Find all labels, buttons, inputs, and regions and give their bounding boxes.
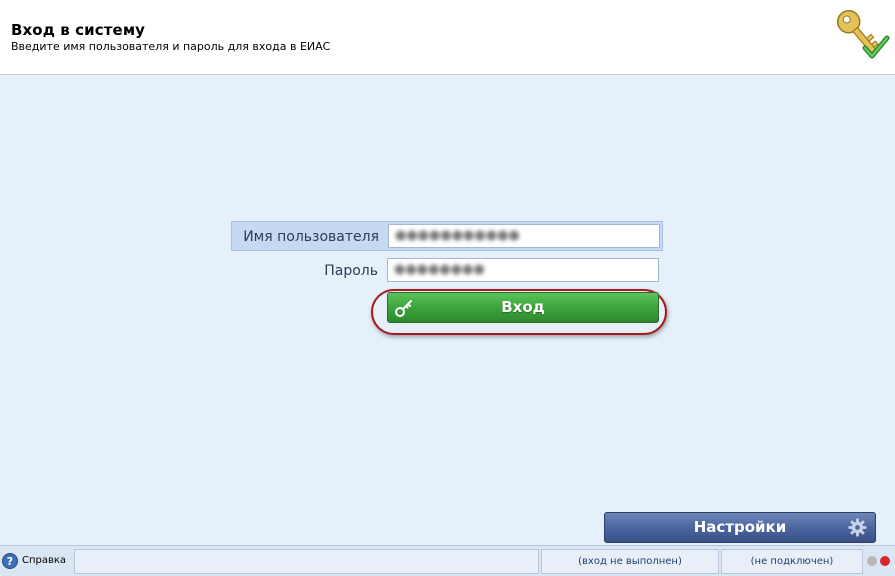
help-button[interactable]: ? Справка [0,549,71,574]
page-title: Вход в систему [11,21,146,39]
username-value: ●●●●●●●●●●● [395,228,520,243]
login-button[interactable]: Вход [387,292,659,323]
status-message [74,549,539,574]
svg-text:?: ? [7,555,13,568]
key-check-icon [836,9,890,59]
key-icon [395,300,412,317]
settings-button-label: Настройки [693,518,787,536]
status-lights-icon [867,556,890,566]
settings-button[interactable]: Настройки [604,512,876,543]
login-panel: Имя пользователя ●●●●●●●●●●● Пароль ●●●●… [0,75,895,545]
username-label: Имя пользователя [243,229,379,245]
help-label: Справка [22,555,67,566]
password-value: ●●●●●●●● [394,262,485,277]
password-input[interactable]: ●●●●●●●● [387,258,659,282]
page-subtitle: Введите имя пользователя и пароль для вх… [11,40,331,53]
username-input[interactable]: ●●●●●●●●●●● [388,224,660,248]
help-icon: ? [2,553,18,569]
login-button-label: Вход [501,298,545,316]
password-label: Пароль [324,263,378,279]
gear-icon [848,518,867,537]
header: Вход в систему Введите имя пользователя … [0,0,895,75]
connection-status: (не подключен) [721,549,863,574]
status-bar: ? Справка (вход не выполнен) (не подключ… [0,545,895,576]
password-row: Пароль ●●●●●●●● [231,256,663,286]
username-row: Имя пользователя ●●●●●●●●●●● [231,221,663,251]
login-status: (вход не выполнен) [541,549,719,574]
